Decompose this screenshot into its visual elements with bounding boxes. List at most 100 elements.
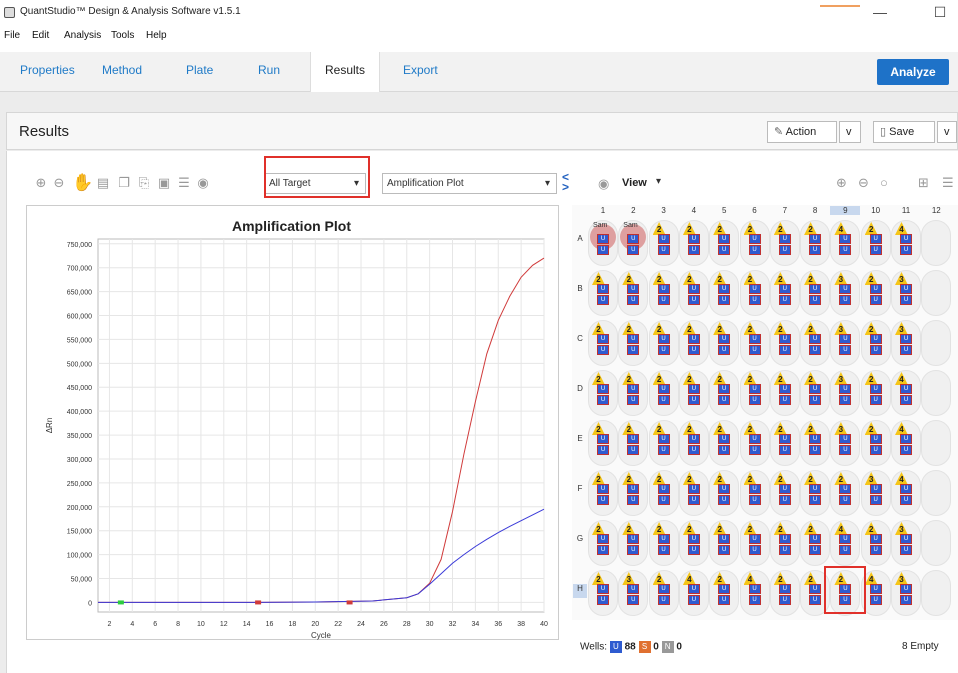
- export-icon[interactable]: ⎘: [137, 176, 151, 190]
- plate-well[interactable]: 2UU: [588, 470, 618, 516]
- plate-well[interactable]: 2UU: [648, 320, 679, 366]
- plate-column-header[interactable]: 3: [649, 206, 679, 215]
- plate-well[interactable]: 2UU: [648, 220, 679, 266]
- plate-well[interactable]: 2UU: [769, 370, 800, 416]
- plate-well[interactable]: 2UU: [800, 520, 831, 566]
- plate-well[interactable]: [921, 570, 952, 616]
- plate-row-header[interactable]: A: [573, 234, 587, 248]
- plate-well[interactable]: 2UU: [648, 470, 679, 516]
- plate-column-header[interactable]: 2: [618, 206, 648, 215]
- view-label[interactable]: View: [622, 177, 647, 189]
- panel-splitter[interactable]: < >: [562, 171, 569, 193]
- plate-well[interactable]: 2UU: [769, 220, 800, 266]
- plate-column-header[interactable]: 5: [709, 206, 739, 215]
- plate-well[interactable]: Sam U U: [588, 220, 618, 266]
- plate-well[interactable]: 2UU: [678, 370, 709, 416]
- plate-column-header[interactable]: 11: [891, 206, 921, 215]
- plate-well[interactable]: 2UU: [709, 470, 740, 516]
- plate-well[interactable]: [921, 470, 952, 516]
- plate-well[interactable]: 2UU: [678, 520, 709, 566]
- plate-well[interactable]: 4UU: [891, 370, 921, 416]
- tab-properties[interactable]: Properties: [20, 63, 75, 77]
- menu-help[interactable]: Help: [146, 30, 167, 41]
- plate-well[interactable]: 2UU: [769, 270, 800, 316]
- zoom-out-icon[interactable]: ⊖: [52, 176, 66, 190]
- plate-column-header[interactable]: 1: [588, 206, 618, 215]
- plate-well[interactable]: 2UU: [618, 420, 649, 466]
- plate-column-header[interactable]: 6: [740, 206, 770, 215]
- plate-well[interactable]: 3UU: [830, 270, 861, 316]
- plate-well[interactable]: 2UU: [800, 420, 831, 466]
- plate-well[interactable]: 2UU: [769, 570, 800, 616]
- plate-well[interactable]: 2UU: [860, 270, 891, 316]
- plate-well[interactable]: 2UU: [678, 470, 709, 516]
- plate-well[interactable]: 2UU: [709, 220, 740, 266]
- plate-well[interactable]: 2UU: [588, 520, 618, 566]
- plate-well[interactable]: 4UU: [891, 420, 921, 466]
- copy-icon[interactable]: ❐: [117, 176, 131, 190]
- save-image-icon[interactable]: ▣: [157, 176, 171, 190]
- plate-well[interactable]: 2UU: [648, 520, 679, 566]
- plate-well[interactable]: 4UU: [891, 220, 921, 266]
- zoom-in-icon[interactable]: ⊕: [34, 176, 48, 190]
- plate-well[interactable]: 3UU: [891, 570, 921, 616]
- plate-well[interactable]: 3UU: [891, 520, 921, 566]
- plate-well[interactable]: 2UU: [800, 220, 831, 266]
- plate-row-header[interactable]: F: [573, 484, 587, 498]
- plate-well[interactable]: 2UU: [739, 520, 770, 566]
- action-dropdown-button[interactable]: v: [839, 121, 861, 143]
- save-button[interactable]: ▯ Save: [873, 121, 935, 143]
- plate-well[interactable]: 2UU: [709, 270, 740, 316]
- plate-well[interactable]: 2UU: [739, 420, 770, 466]
- eye-icon[interactable]: ◉: [196, 176, 210, 190]
- plate-row-header[interactable]: E: [573, 434, 587, 448]
- plate-well[interactable]: 2UU: [830, 470, 861, 516]
- plate-well[interactable]: 2UU: [860, 220, 891, 266]
- plate-column-header[interactable]: 4: [679, 206, 709, 215]
- plate-column-header[interactable]: 7: [770, 206, 800, 215]
- amplification-chart[interactable]: 2 4 6 8 10 12 14 16 18 20 22 24 26 28 30 32 34 36 38 40050,…: [26, 205, 559, 640]
- plate-well[interactable]: 2UU: [678, 320, 709, 366]
- plate-well[interactable]: 3UU: [618, 570, 649, 616]
- menu-analysis[interactable]: Analysis: [64, 30, 101, 41]
- plate-well[interactable]: 2UU: [618, 470, 649, 516]
- plate-well[interactable]: 4UU: [678, 570, 709, 616]
- plate-well[interactable]: 2UU: [648, 370, 679, 416]
- save-dropdown-button[interactable]: v: [937, 121, 957, 143]
- menu-edit[interactable]: Edit: [32, 30, 49, 41]
- plate-row-header[interactable]: G: [573, 534, 587, 548]
- plate-column-header[interactable]: 10: [861, 206, 891, 215]
- plate-row-header[interactable]: H: [573, 584, 587, 598]
- plate-well[interactable]: 2UU: [769, 520, 800, 566]
- plate-column-header[interactable]: 9: [830, 206, 861, 215]
- plate-well[interactable]: 2UU: [739, 220, 770, 266]
- plate-well[interactable]: 2UU: [648, 420, 679, 466]
- analyze-button[interactable]: Analyze: [877, 59, 949, 85]
- menu-tools[interactable]: Tools: [111, 30, 134, 41]
- plate-well[interactable]: 2UU: [769, 420, 800, 466]
- tab-run[interactable]: Run: [258, 63, 280, 77]
- plate-well[interactable]: 2UU: [709, 570, 740, 616]
- tab-plate[interactable]: Plate: [186, 63, 213, 77]
- plate-well[interactable]: [921, 220, 952, 266]
- plate-well[interactable]: [921, 270, 952, 316]
- plate-well[interactable]: 2UU: [860, 320, 891, 366]
- list-icon[interactable]: ☰: [177, 176, 191, 190]
- plate-column-header[interactable]: 12: [921, 206, 951, 215]
- plate-zoom-in-icon[interactable]: ⊕: [836, 175, 847, 191]
- tab-export[interactable]: Export: [403, 63, 438, 77]
- plate-well[interactable]: 2UU: [618, 270, 649, 316]
- plate-well[interactable]: 4UU: [739, 570, 770, 616]
- plate-well[interactable]: 4UU: [830, 220, 861, 266]
- plate-well[interactable]: 2UU: [800, 470, 831, 516]
- maximize-button[interactable]: ☐: [926, 2, 954, 22]
- plate-well[interactable]: 2UU: [739, 370, 770, 416]
- plate-well[interactable]: 2UU: [860, 520, 891, 566]
- plate-well[interactable]: 2UU: [588, 320, 618, 366]
- plate-well[interactable]: 2UU: [648, 270, 679, 316]
- plate-well[interactable]: 2UU: [618, 320, 649, 366]
- plate-well[interactable]: 2UU: [618, 520, 649, 566]
- plate-well[interactable]: 2UU: [678, 420, 709, 466]
- tab-method[interactable]: Method: [102, 63, 142, 77]
- plate-well[interactable]: 2UU: [800, 320, 831, 366]
